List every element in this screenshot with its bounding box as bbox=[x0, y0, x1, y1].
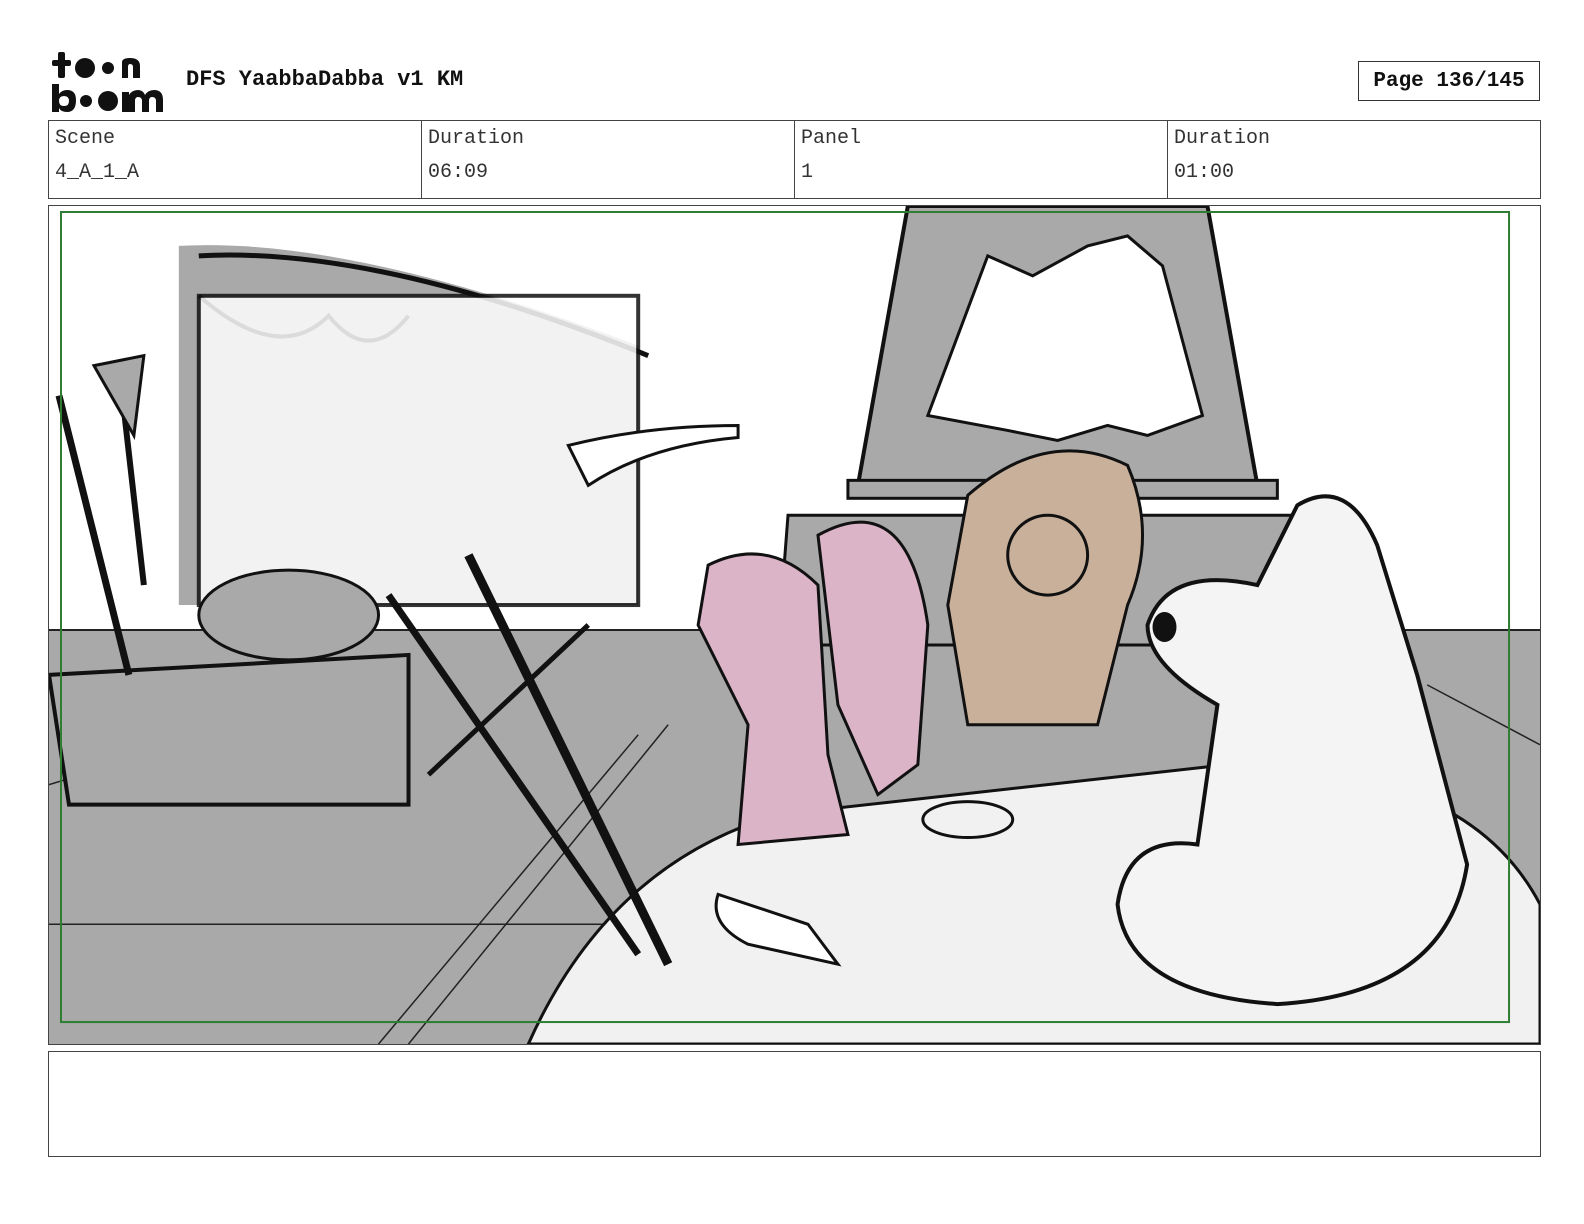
storyboard-panel bbox=[48, 205, 1541, 1045]
page-counter: Page 136/145 bbox=[1358, 61, 1540, 101]
foam-blob bbox=[921, 800, 1015, 839]
scene-duration-value: 06:09 bbox=[428, 161, 489, 184]
shovel-head bbox=[91, 353, 146, 441]
panel-cell: Panel 1 bbox=[795, 121, 1168, 198]
scene-label: Scene bbox=[55, 127, 116, 150]
panel-value: 1 bbox=[801, 161, 814, 184]
document-title: DFS YaabbaDabba v1 KM bbox=[186, 67, 464, 92]
page-counter-label: Page 136/145 bbox=[1373, 69, 1525, 93]
storyboard-sketch bbox=[49, 206, 1540, 1044]
panel-duration-label: Duration bbox=[1174, 127, 1271, 150]
creature-eye bbox=[1152, 612, 1177, 642]
panel-duration-value: 01:00 bbox=[1174, 161, 1235, 184]
scene-duration-label: Duration bbox=[428, 127, 525, 150]
cart-base bbox=[49, 652, 411, 807]
scene-duration-cell: Duration 06:09 bbox=[422, 121, 795, 198]
scene-value: 4_A_1_A bbox=[55, 161, 140, 184]
scene-info-table: Scene 4_A_1_A Duration 06:09 Panel 1 Dur… bbox=[48, 120, 1541, 199]
panel-label: Panel bbox=[801, 127, 862, 150]
toon-boom-logo bbox=[50, 50, 166, 114]
tan-character-head bbox=[1006, 513, 1090, 597]
panel-duration-cell: Duration 01:00 bbox=[1168, 121, 1540, 198]
panel-notes bbox=[48, 1051, 1541, 1157]
scene-cell: Scene 4_A_1_A bbox=[49, 121, 422, 198]
sleeping-figure bbox=[197, 568, 381, 662]
